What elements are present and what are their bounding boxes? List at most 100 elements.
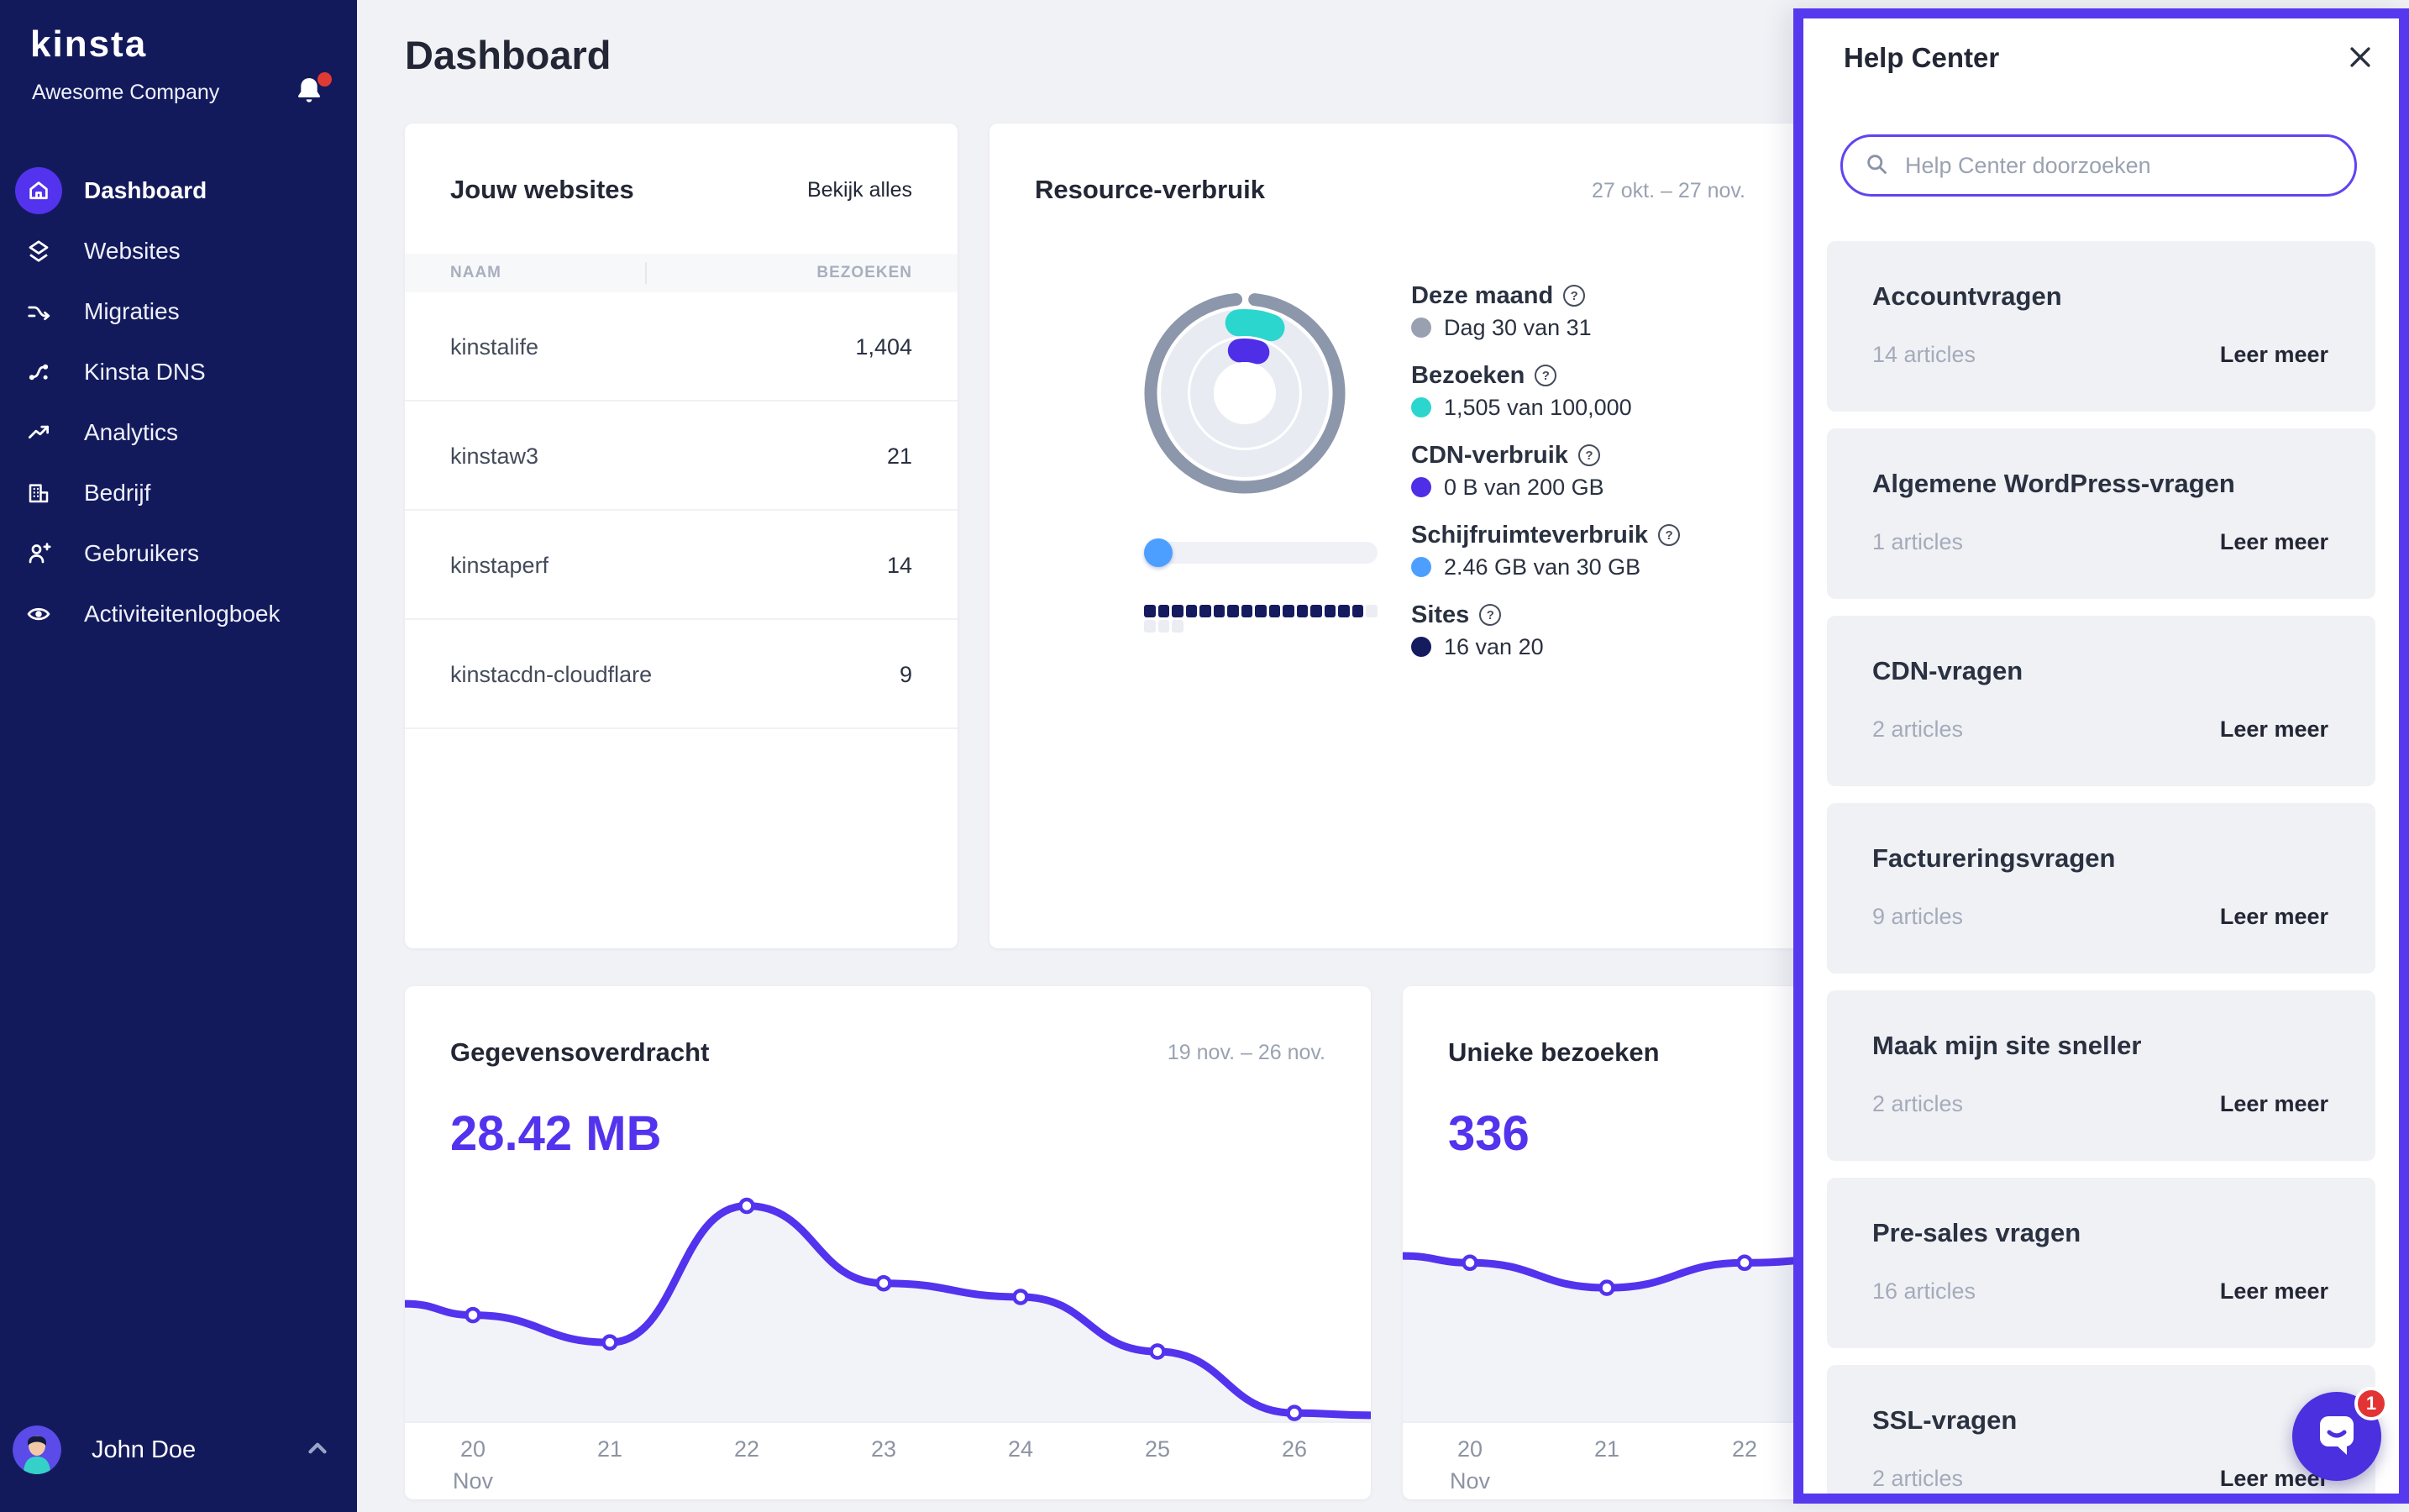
learn-more-link[interactable]: Leer meer — [2220, 717, 2328, 743]
site-slot — [1185, 605, 1197, 617]
legend-dot — [1411, 637, 1431, 657]
site-slot — [1338, 605, 1350, 617]
site-slot — [1324, 605, 1336, 617]
kinsta-logo: kinsta — [30, 24, 148, 65]
data-point — [1736, 1254, 1753, 1272]
notifications-button[interactable] — [292, 72, 333, 114]
site-name: kinstacdn-cloudflare — [450, 662, 653, 687]
sidebar-item-dashboard[interactable]: Dashboard — [0, 160, 357, 221]
article-count: 2 articles — [1872, 717, 1964, 742]
article-count: 1 articles — [1872, 529, 1964, 554]
building-icon — [15, 470, 62, 517]
bell-icon — [292, 78, 326, 111]
svg-text:Nov: Nov — [453, 1468, 494, 1494]
column-header-name: NAAM — [450, 264, 501, 281]
view-all-link[interactable]: Bekijk alles — [807, 178, 912, 202]
help-topic-factureringsvragen[interactable]: Factureringsvragen 9 articles Leer meer — [1827, 803, 2375, 974]
site-slot — [1227, 605, 1239, 617]
site-slot — [1157, 605, 1169, 617]
svg-text:22: 22 — [1732, 1436, 1757, 1462]
learn-more-link[interactable]: Leer meer — [2220, 1091, 2328, 1117]
sidebar-item-migraties[interactable]: Migraties — [0, 281, 357, 342]
learn-more-link[interactable]: Leer meer — [2220, 904, 2328, 930]
resource-card-title: Resource-verbruik — [1035, 175, 1265, 204]
help-topic-cdn-vragen[interactable]: CDN-vragen 2 articles Leer meer — [1827, 616, 2375, 786]
help-tooltip-icon[interactable]: ? — [1577, 444, 1600, 466]
help-tooltip-icon[interactable]: ? — [1535, 365, 1557, 386]
article-count: 9 articles — [1872, 904, 1964, 929]
svg-text:21: 21 — [597, 1436, 622, 1462]
websites-table-header: NAAM BEZOEKEN — [405, 254, 958, 292]
sidebar-item-activiteitenlogboek[interactable]: Activiteitenlogboek — [0, 584, 357, 644]
site-slot — [1366, 605, 1378, 617]
sidebar-item-websites[interactable]: Websites — [0, 221, 357, 281]
article-count: 14 articles — [1872, 342, 1976, 367]
sidebar: kinsta Awesome Company Dashboard Website… — [0, 0, 357, 1512]
notification-dot — [318, 72, 332, 87]
column-divider — [645, 262, 647, 284]
site-slot — [1199, 605, 1211, 617]
legend-item-cdn-verbruik: CDN-verbruik ? 0 B van 200 GB — [1411, 441, 1604, 500]
sidebar-item-kinsta-dns[interactable]: Kinsta DNS — [0, 342, 357, 402]
sidebar-item-label: Analytics — [84, 419, 179, 445]
table-row[interactable]: kinstalife 1,404 — [405, 292, 958, 402]
disk-usage-knob[interactable] — [1144, 538, 1173, 567]
legend-item-sites: Sites ? 16 van 20 — [1411, 601, 1544, 659]
article-count: 2 articles — [1872, 1091, 1964, 1116]
svg-text:24: 24 — [1008, 1436, 1033, 1462]
help-tooltip-icon[interactable]: ? — [1479, 604, 1502, 626]
table-row[interactable]: kinstaw3 21 — [405, 402, 958, 511]
site-slot — [1241, 605, 1252, 617]
help-topics-list: Accountvragen 14 articles Leer meer Alge… — [1827, 241, 2375, 1494]
legend-item-schijfruimteverbruik: Schijfruimteverbruik ? 2.46 GB van 30 GB — [1411, 521, 1681, 581]
help-tooltip-icon[interactable]: ? — [1563, 285, 1586, 307]
chat-icon — [2313, 1413, 2360, 1461]
help-tooltip-icon[interactable]: ? — [1658, 524, 1681, 546]
sidebar-item-analytics[interactable]: Analytics — [0, 402, 357, 463]
close-button[interactable] — [2343, 42, 2377, 76]
svg-text:Nov: Nov — [1450, 1468, 1491, 1494]
chevron-up-icon[interactable] — [303, 1434, 332, 1467]
search-icon — [1865, 152, 1888, 180]
help-topic-accountvragen[interactable]: Accountvragen 14 articles Leer meer — [1827, 241, 2375, 412]
svg-text:22: 22 — [734, 1436, 759, 1462]
sidebar-item-gebruikers[interactable]: Gebruikers — [0, 523, 357, 584]
dns-icon — [15, 349, 62, 396]
svg-text:25: 25 — [1145, 1436, 1170, 1462]
help-search-input[interactable] — [1903, 151, 2333, 180]
company-name: Awesome Company — [32, 81, 220, 104]
user-menu[interactable]: John Doe — [0, 1418, 357, 1482]
site-name: kinstaw3 — [450, 444, 539, 469]
svg-text:26: 26 — [1282, 1436, 1307, 1462]
legend-dot — [1411, 397, 1431, 417]
site-slot — [1255, 605, 1267, 617]
learn-more-link[interactable]: Leer meer — [2220, 342, 2328, 368]
help-topic-maak-mijn-site-sneller[interactable]: Maak mijn site sneller 2 articles Leer m… — [1827, 990, 2375, 1161]
data-transfer-card: Gegevensoverdracht 19 nov. – 26 nov. 28.… — [405, 986, 1371, 1499]
help-search-box — [1840, 134, 2357, 197]
chat-launcher-button[interactable]: 1 — [2292, 1387, 2388, 1481]
page-title: Dashboard — [405, 33, 611, 77]
site-visits: 14 — [886, 553, 912, 578]
learn-more-link[interactable]: Leer meer — [2220, 1278, 2328, 1305]
help-center-panel: Help Center Accountvragen 14 articles Le… — [1793, 8, 2409, 1504]
help-topic-pre-sales-vragen[interactable]: Pre-sales vragen 16 articles Leer meer — [1827, 1178, 2375, 1348]
site-visits: 21 — [886, 444, 912, 469]
sidebar-item-bedrijf[interactable]: Bedrijf — [0, 463, 357, 523]
data-point — [738, 1197, 755, 1215]
legend-item-deze-maand: Deze maand ? Dag 30 van 31 — [1411, 281, 1592, 340]
help-topic-algemene-wordpress-vragen[interactable]: Algemene WordPress-vragen 1 articles Lee… — [1827, 428, 2375, 599]
table-row[interactable]: kinstaperf 14 — [405, 511, 958, 620]
data-point — [1462, 1254, 1478, 1272]
site-slot — [1157, 620, 1169, 633]
help-center-title: Help Center — [1844, 42, 2000, 73]
sites-usage-grid — [1144, 605, 1383, 633]
legend-dot — [1411, 318, 1431, 338]
site-slot — [1172, 620, 1184, 633]
home-icon — [15, 167, 62, 214]
learn-more-link[interactable]: Leer meer — [2220, 529, 2328, 555]
site-slot — [1172, 605, 1184, 617]
table-row[interactable]: kinstacdn-cloudflare 9 — [405, 620, 958, 729]
site-visits: 1,404 — [855, 334, 912, 360]
site-slot — [1144, 620, 1156, 633]
